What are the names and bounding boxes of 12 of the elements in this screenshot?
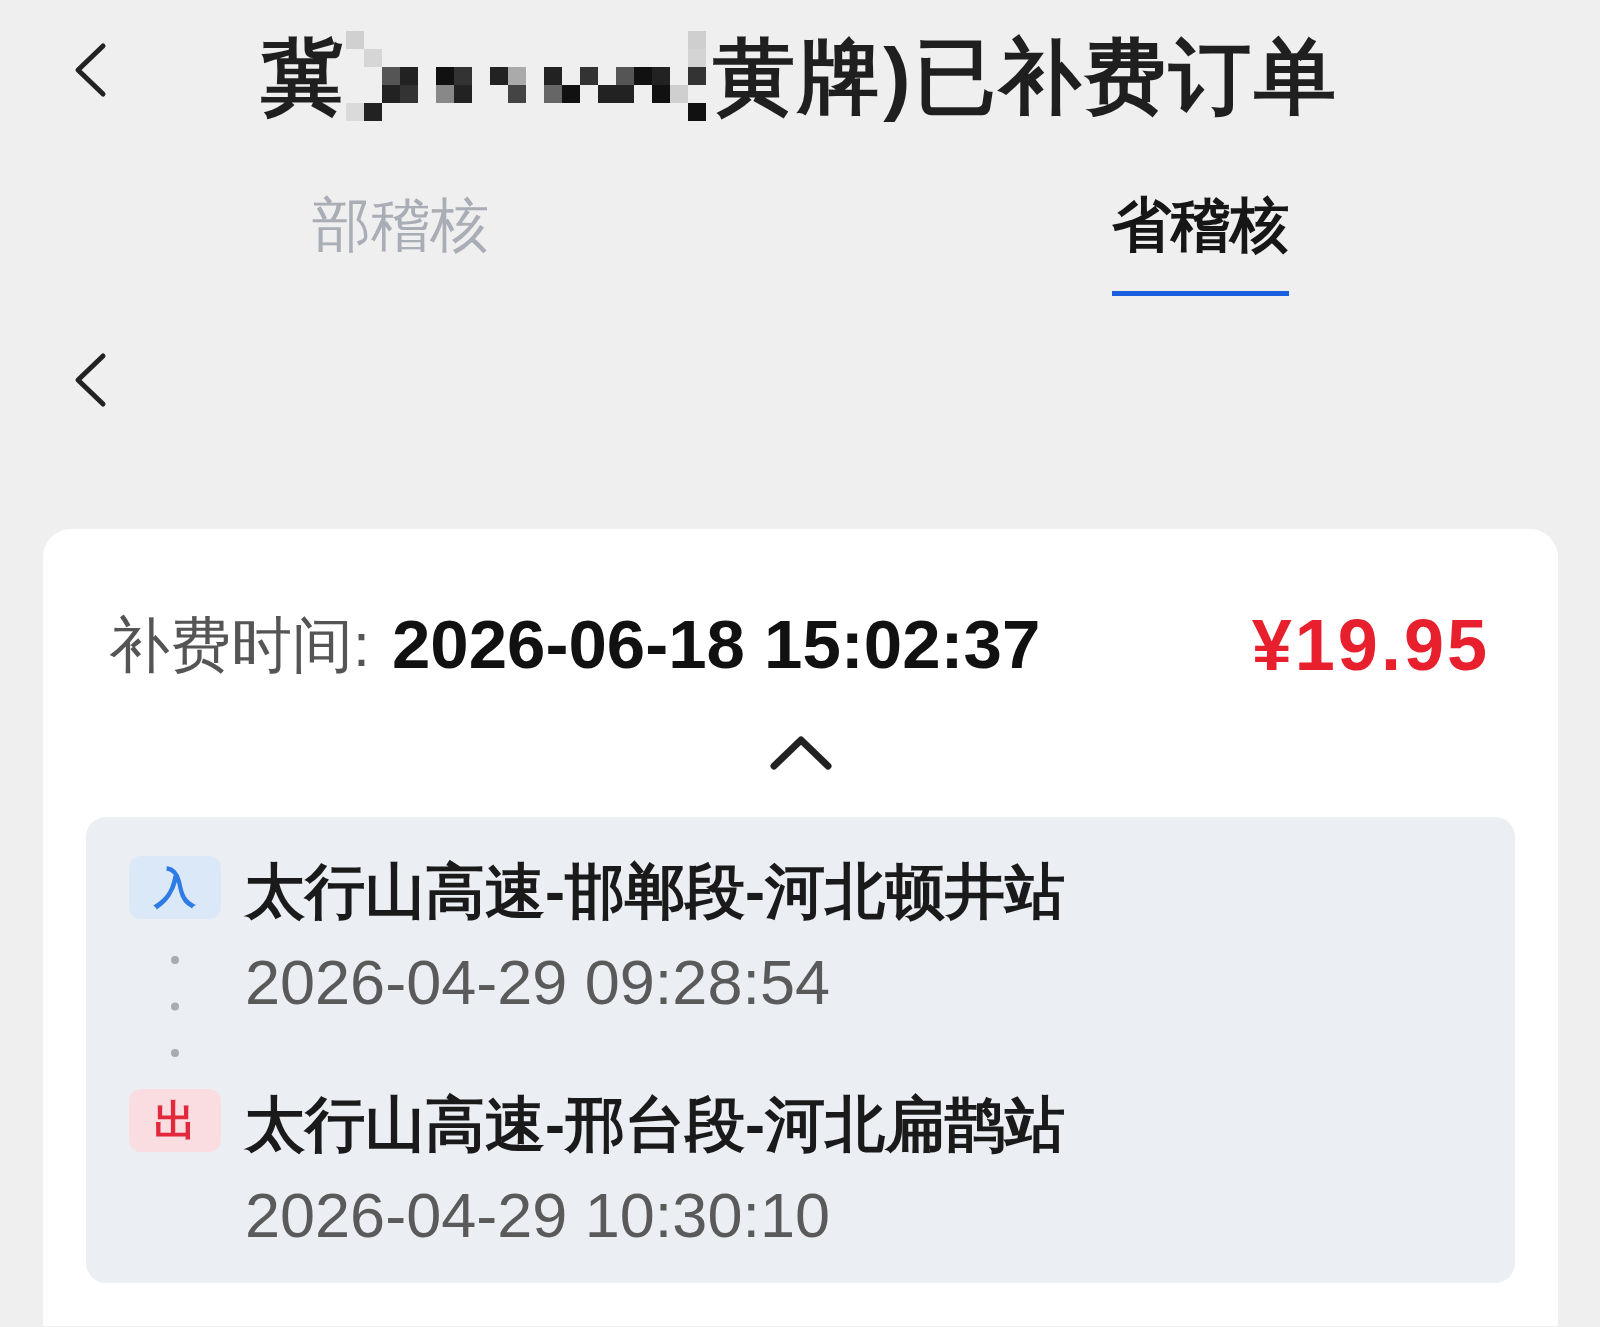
amount: ¥19.95 <box>1251 615 1490 675</box>
payment-time-value: 2026-06-18 15:02:37 <box>391 615 1041 675</box>
station-name: 太行山高速-邯郸段-河北顿井站 <box>245 860 1065 924</box>
tab[interactable]: 省稽核 <box>1111 195 1289 296</box>
entry-badge: 入 <box>129 856 221 919</box>
chevron-up-icon[interactable] <box>768 733 833 771</box>
page-title: 冀 <box>261 36 347 118</box>
station-time: 2026-04-29 09:28:54 <box>245 952 830 1012</box>
station-name: 太行山高速-邢台段-河北扁鹊站 <box>245 1093 1065 1157</box>
payment-time-label: 补费时间: <box>109 615 370 675</box>
exit-badge: 出 <box>129 1089 221 1152</box>
station-time: 2026-04-29 10:30:10 <box>245 1185 830 1245</box>
